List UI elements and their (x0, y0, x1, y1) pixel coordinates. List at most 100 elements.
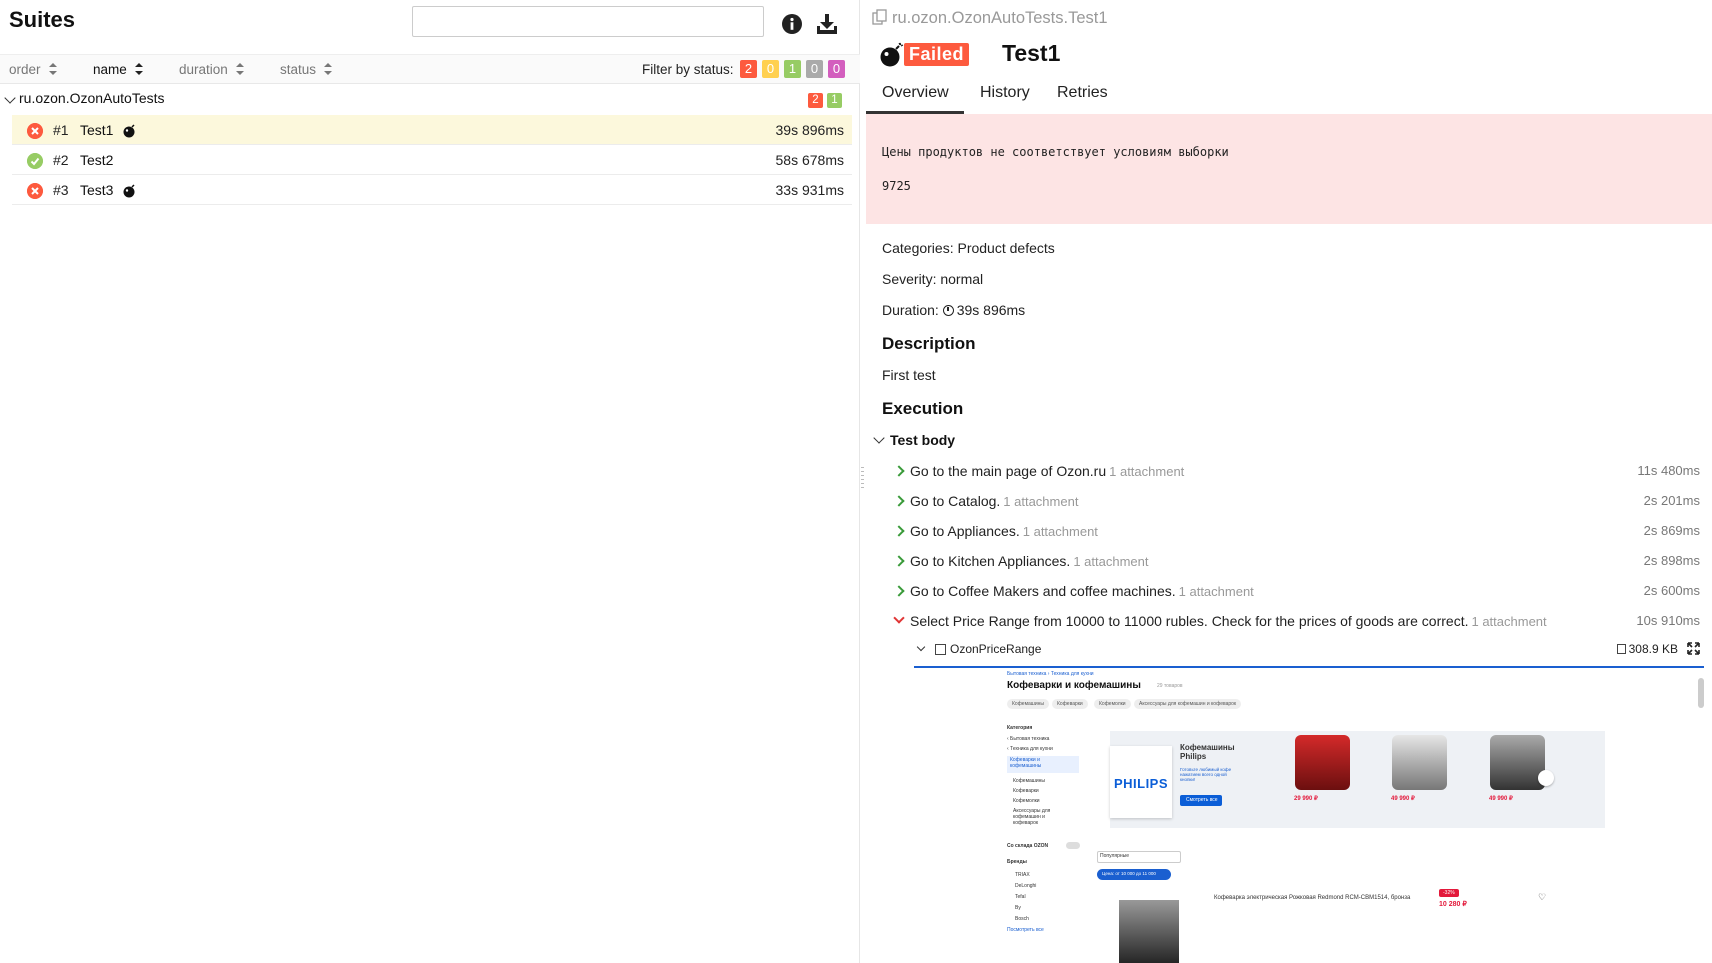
suites-header: Suites (0, 0, 859, 52)
step-attachment-count: 1 attachment (1178, 584, 1254, 599)
shot-count: 29 товаров (1157, 683, 1183, 689)
shot-product-image (1295, 735, 1350, 790)
chevron-right-icon (893, 585, 905, 597)
step-duration: 2s 898ms (1643, 553, 1700, 568)
failed-status-icon (27, 183, 43, 199)
fullscreen-icon[interactable] (1687, 642, 1700, 655)
shot-brands-title: Бренды (1007, 859, 1027, 865)
shot-favorite-heart-icon: ♡ (1538, 892, 1547, 902)
search-input[interactable] (412, 6, 764, 37)
sort-status-label: status (280, 62, 317, 77)
test-name: Test3 (80, 182, 114, 198)
shot-ozon-stock: Со склада OZON (1007, 843, 1049, 849)
tab-retries[interactable]: Retries (1057, 84, 1108, 102)
tab-overview[interactable]: Overview (882, 84, 949, 102)
scrollbar[interactable] (1698, 678, 1704, 708)
copy-icon[interactable] (872, 9, 888, 25)
step-row[interactable]: Go to Catalog. 1 attachment 2s 201ms (892, 491, 1700, 515)
duration-line: Duration: 39s 896ms (882, 302, 1025, 318)
step-title: Go to the main page of Ozon.ru (910, 463, 1107, 479)
step-title: Go to Coffee Makers and coffee machines. (910, 583, 1176, 599)
shot-banner-price: 49 990 ₽ (1391, 796, 1415, 802)
shot-carousel-next-icon (1538, 770, 1554, 786)
step-row[interactable]: Go to Coffee Makers and coffee machines.… (892, 581, 1700, 605)
filter-broken-badge[interactable]: 0 (762, 60, 779, 78)
shot-heading: Кофеварки и кофемашины (1007, 680, 1141, 691)
breadcrumb-text: ru.ozon.OzonAutoTests.Test1 (892, 9, 1108, 27)
shot-category: Кофеварки (1013, 788, 1039, 794)
shot-product-title: Кофеварка электрическая Рожковая Redmond… (1214, 895, 1411, 901)
sort-status[interactable]: status (280, 62, 333, 77)
step-attachment-count: 1 attachment (1073, 554, 1149, 569)
shot-category: ‹ Техника для кухни (1007, 746, 1053, 752)
shot-chip: Кофеварки (1052, 699, 1088, 709)
shot-chip: Кофемолки (1094, 699, 1131, 709)
test-detail-pane: ru.ozon.OzonAutoTests.Test1 Failed Test1… (866, 0, 1712, 963)
filter-label: Filter by status: (642, 62, 734, 77)
shot-category: Кофеварки и кофемашины (1010, 757, 1042, 769)
file-icon (1616, 644, 1626, 654)
breadcrumb[interactable]: ru.ozon.OzonAutoTests.Test1 (872, 9, 1108, 28)
shot-product-image (1490, 735, 1545, 790)
sort-order-label: order (9, 62, 41, 77)
shot-banner: PHILIPS Кофемашины Philips Готовьте люби… (1110, 731, 1605, 828)
chevron-down-icon (916, 642, 926, 652)
shot-banner-title: Кофемашины Philips (1180, 743, 1235, 761)
shot-banner-price: 29 990 ₽ (1294, 796, 1318, 802)
tab-history[interactable]: History (980, 84, 1030, 102)
filter-unknown-badge[interactable]: 0 (828, 60, 845, 78)
sort-order[interactable]: order (9, 62, 57, 77)
attachment-size: 308.9 KB (1616, 642, 1678, 656)
error-value: 9725 (882, 179, 911, 193)
shot-banner-button-label: Смотреть все (1186, 797, 1218, 803)
shot-sort-select-text: Популярные (1100, 853, 1130, 859)
chevron-down-icon (4, 92, 16, 104)
flaky-bomb-icon (123, 184, 135, 198)
step-name: Select Price Range from 10000 to 11000 r… (910, 613, 1547, 629)
filter-failed-badge[interactable]: 2 (740, 60, 757, 78)
duration-label: Duration: (882, 302, 939, 318)
sort-name[interactable]: name (93, 62, 143, 77)
chevron-right-icon (893, 495, 905, 507)
step-attachment-count: 1 attachment (1109, 464, 1185, 479)
categories-value: Product defects (957, 240, 1055, 256)
test-duration: 39s 896ms (775, 122, 844, 138)
shot-product-image (1392, 735, 1447, 790)
test-duration: 58s 678ms (775, 152, 844, 168)
shot-category: Аксессуары для кофемашин и кофеварок (1013, 808, 1051, 826)
step-row[interactable]: Select Price Range from 10000 to 11000 r… (892, 611, 1700, 635)
shot-chip: Кофемашины (1007, 699, 1049, 709)
sort-duration[interactable]: duration (179, 62, 244, 77)
step-title: Go to Appliances. (910, 523, 1020, 539)
filter-skipped-badge[interactable]: 0 (806, 60, 823, 78)
severity-value: normal (940, 271, 984, 287)
attachment-row[interactable]: OzonPriceRange 308.9 KB (916, 641, 1700, 661)
step-row[interactable]: Go to Kitchen Appliances. 1 attachment 2s… (892, 551, 1700, 575)
shot-chip: Аксессуары для кофемашин и кофеварок (1134, 699, 1242, 709)
pane-splitter-handle[interactable] (861, 467, 865, 503)
chevron-down-icon (873, 432, 885, 444)
flaky-bomb-icon (123, 124, 135, 138)
test-order: #3 (53, 182, 69, 198)
step-duration: 10s 910ms (1636, 613, 1700, 628)
shot-category: Кофемолки (1013, 798, 1040, 804)
test-row[interactable]: #1 Test1 39s 896ms (12, 115, 852, 145)
shot-price-filter-text: Цена: от 10 000 до 11 000 (1102, 871, 1156, 876)
step-row[interactable]: Go to Appliances. 1 attachment 2s 869ms (892, 521, 1700, 545)
step-title: Go to Kitchen Appliances. (910, 553, 1071, 569)
step-row[interactable]: Go to the main page of Ozon.ru 1 attachme… (892, 461, 1700, 485)
execution-heading: Execution (882, 399, 964, 418)
filter-passed-badge[interactable]: 1 (784, 60, 801, 78)
shot-brand: DeLonghi (1015, 883, 1037, 889)
shot-coffee-maker-image (1119, 900, 1179, 963)
step-attachment-count: 1 attachment (1022, 524, 1098, 539)
suite-row[interactable]: ru.ozon.OzonAutoTests 2 1 (0, 86, 860, 114)
download-icon[interactable] (816, 13, 838, 35)
test-row[interactable]: #3 Test3 33s 931ms (12, 175, 852, 205)
info-icon[interactable] (781, 13, 803, 35)
test-body-label: Test body (890, 432, 956, 448)
test-duration: 33s 931ms (775, 182, 844, 198)
step-name: Go to the main page of Ozon.ru 1 attachme… (910, 463, 1184, 479)
attachment-size-text: 308.9 KB (1628, 642, 1678, 656)
test-row[interactable]: #2 Test2 58s 678ms (12, 145, 852, 175)
